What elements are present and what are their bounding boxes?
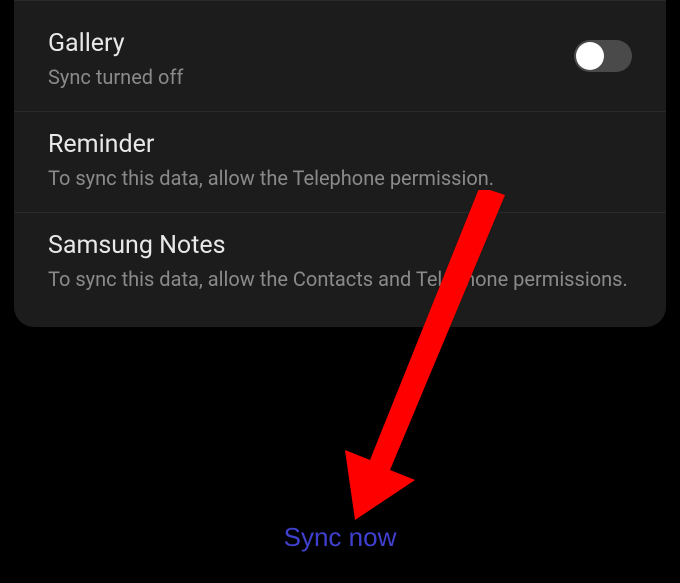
toggle-knob xyxy=(576,42,604,70)
gallery-sync-toggle[interactable] xyxy=(574,40,632,72)
item-subtitle: Sync turned off xyxy=(48,64,632,91)
sync-item-gallery[interactable]: Gallery Sync turned off xyxy=(14,0,666,112)
item-title: Gallery xyxy=(48,29,632,58)
item-subtitle: To sync this data, allow the Contacts an… xyxy=(48,266,632,293)
sync-settings-panel: Gallery Sync turned off Reminder To sync… xyxy=(14,0,666,327)
sync-item-reminder[interactable]: Reminder To sync this data, allow the Te… xyxy=(14,112,666,213)
sync-now-button[interactable]: Sync now xyxy=(284,522,397,553)
item-title: Samsung Notes xyxy=(48,231,632,260)
item-title: Reminder xyxy=(48,130,632,159)
sync-item-samsung-notes[interactable]: Samsung Notes To sync this data, allow t… xyxy=(14,213,666,327)
item-subtitle: To sync this data, allow the Telephone p… xyxy=(48,165,632,192)
